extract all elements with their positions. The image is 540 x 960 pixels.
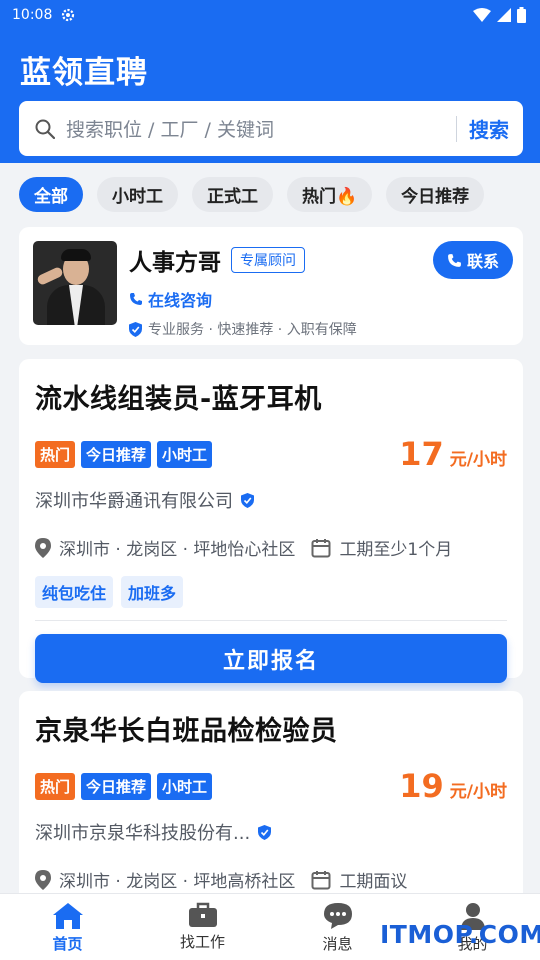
- location-pin-icon: [35, 869, 51, 890]
- benefit-tag: 纯包吃住: [35, 576, 114, 608]
- online-consult-label: 在线咨询: [148, 291, 213, 310]
- settings-gear-icon: [62, 8, 75, 22]
- job-salary-unit: 元/小时: [449, 782, 507, 802]
- tab-find-job-label: 找工作: [179, 933, 225, 951]
- verified-icon: [258, 824, 272, 840]
- app-title: 蓝领直聘: [20, 55, 148, 91]
- job-company: 深圳市京泉华科技股份有...: [35, 819, 507, 845]
- search-divider: [456, 115, 457, 142]
- tab-messages-label: 消息: [322, 935, 353, 953]
- job-tag-hourly: 小时工: [157, 440, 213, 468]
- job-salary-unit: 元/小时: [449, 450, 507, 470]
- online-consult-link[interactable]: 在线咨询: [129, 287, 509, 311]
- signal-icon: [497, 8, 511, 22]
- tab-home[interactable]: 首页: [0, 894, 135, 960]
- app-header: 10:08 蓝领直聘 搜索职位 / 工厂 / 关键词 搜索: [0, 0, 540, 163]
- job-tag-hot: 热门: [35, 772, 76, 800]
- job-salary-amount: 19: [399, 767, 444, 805]
- job-salary: 17 元/小时: [399, 435, 507, 473]
- calendar-icon: [311, 870, 331, 889]
- shield-check-icon: [129, 321, 142, 337]
- battery-icon: [517, 7, 526, 23]
- consultant-avatar: [33, 241, 117, 325]
- job-company: 深圳市华爵通讯有限公司: [35, 487, 507, 513]
- consultant-description-text: 专业服务 · 快速推荐 · 入职有保障: [148, 322, 357, 338]
- job-period: 工期面议: [339, 872, 408, 892]
- job-benefits: 纯包吃住 加班多: [35, 576, 507, 608]
- filter-chip-hourly[interactable]: 小时工: [97, 177, 178, 212]
- job-tag-today: 今日推荐: [81, 440, 152, 468]
- briefcase-icon: [188, 902, 217, 927]
- chat-icon: [323, 903, 352, 929]
- status-time: 10:08: [12, 7, 53, 23]
- job-period: 工期至少1个月: [339, 540, 453, 560]
- filter-chip-today[interactable]: 今日推荐: [386, 177, 485, 212]
- search-input[interactable]: 搜索职位 / 工厂 / 关键词: [66, 115, 456, 142]
- job-tag-hourly: 小时工: [157, 772, 213, 800]
- job-salary-amount: 17: [399, 435, 444, 473]
- tab-home-label: 首页: [52, 935, 83, 953]
- filter-chip-hot[interactable]: 热门🔥: [287, 177, 373, 212]
- wifi-icon: [473, 8, 491, 22]
- benefit-tag: 加班多: [121, 576, 184, 608]
- tab-find-job[interactable]: 找工作: [135, 894, 270, 960]
- job-card[interactable]: 流水线组装员-蓝牙耳机 热门 今日推荐 小时工 17 元/小时 深圳市华爵通讯有…: [19, 359, 523, 683]
- contact-button[interactable]: 联系: [432, 241, 513, 279]
- contact-button-label: 联系: [466, 252, 499, 271]
- job-location: 深圳市 · 龙岗区 · 坪地高桥社区: [59, 872, 296, 892]
- search-bar[interactable]: 搜索职位 / 工厂 / 关键词 搜索: [19, 101, 523, 156]
- job-title: 流水线组装员-蓝牙耳机: [35, 384, 322, 415]
- search-button[interactable]: 搜索: [469, 114, 509, 143]
- job-company-name: 深圳市京泉华科技股份有...: [35, 823, 251, 844]
- job-tag-hot: 热门: [35, 440, 76, 468]
- filter-chips: 全部 小时工 正式工 热门🔥 今日推荐: [0, 177, 540, 212]
- consultant-badge: 专属顾问: [231, 247, 305, 273]
- apply-button[interactable]: 立即报名: [35, 634, 507, 683]
- job-meta: 深圳市 · 龙岗区 · 坪地高桥社区 工期面议: [35, 867, 507, 892]
- home-icon: [52, 903, 83, 929]
- consultant-description: 专业服务 · 快速推荐 · 入职有保障: [129, 319, 509, 339]
- search-icon: [35, 119, 55, 139]
- location-pin-icon: [35, 537, 51, 558]
- consultant-name: 人事方哥: [129, 250, 221, 276]
- consultant-card[interactable]: 人事方哥 专属顾问 在线咨询 专业服务 · 快速推荐 · 入职有保障 联系: [19, 227, 523, 345]
- job-salary: 19 元/小时: [399, 767, 507, 805]
- calendar-icon: [311, 538, 331, 557]
- status-bar: 10:08: [0, 0, 540, 30]
- watermark: ITMOP.COM: [380, 920, 540, 949]
- filter-chip-fulltime[interactable]: 正式工: [192, 177, 273, 212]
- job-meta: 深圳市 · 龙岗区 · 坪地怡心社区 工期至少1个月: [35, 535, 507, 560]
- phone-icon: [130, 293, 142, 305]
- job-location: 深圳市 · 龙岗区 · 坪地怡心社区: [59, 540, 296, 560]
- filter-chip-all[interactable]: 全部: [19, 177, 83, 212]
- job-company-name: 深圳市华爵通讯有限公司: [35, 491, 233, 512]
- job-tag-today: 今日推荐: [81, 772, 152, 800]
- verified-icon: [241, 492, 254, 508]
- phone-icon: [448, 253, 461, 267]
- job-title: 京泉华长白班品检检验员: [35, 716, 338, 747]
- divider: [35, 620, 507, 621]
